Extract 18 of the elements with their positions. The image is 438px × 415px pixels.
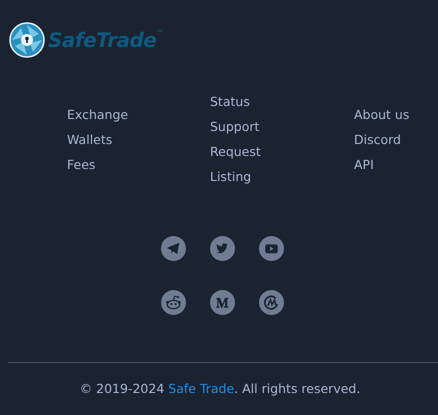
footer-link[interactable]: Exchange bbox=[67, 102, 128, 126]
footer-link[interactable]: Discord bbox=[354, 126, 401, 152]
footer-link[interactable]: Status bbox=[210, 89, 250, 114]
brand-link[interactable]: Safe Trade bbox=[168, 381, 234, 396]
footer-link[interactable]: About us bbox=[354, 102, 410, 126]
footer-link[interactable]: Fees bbox=[67, 152, 96, 176]
footer-link[interactable]: API bbox=[354, 152, 374, 176]
alien-icon[interactable] bbox=[161, 290, 186, 315]
bird-icon[interactable] bbox=[210, 236, 235, 261]
copyright-text: © 2019-2024 Safe Trade. All rights reserved. bbox=[78, 381, 362, 396]
paper-plane-icon[interactable] bbox=[161, 236, 186, 261]
coin-icon[interactable] bbox=[259, 290, 284, 315]
footer-link[interactable]: Support bbox=[210, 114, 260, 139]
play-icon[interactable] bbox=[259, 236, 284, 261]
medium-icon[interactable] bbox=[210, 290, 235, 315]
footer-link[interactable]: Wallets bbox=[67, 126, 112, 152]
footer-link[interactable]: Request Listing bbox=[210, 139, 274, 189]
logo-icon bbox=[9, 22, 45, 58]
